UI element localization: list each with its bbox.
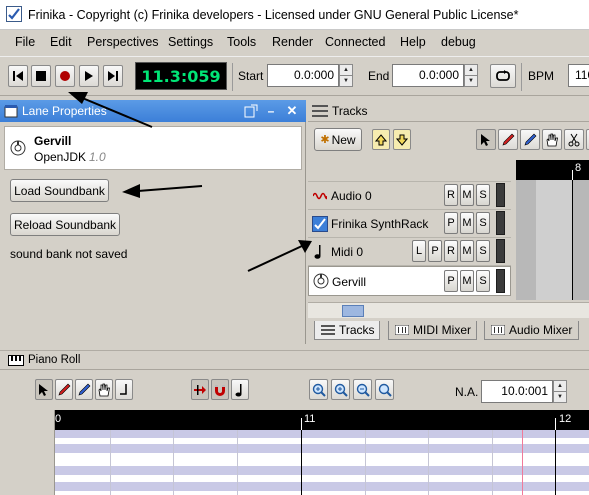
bar-line	[555, 430, 556, 495]
na-label: N.A.	[455, 385, 479, 399]
zoom-in-icon	[312, 383, 326, 397]
snap-button[interactable]	[191, 379, 209, 400]
grid-row	[55, 482, 589, 491]
velocity-icon	[120, 383, 127, 395]
na-spinner[interactable]: ▲ ▼	[553, 380, 567, 403]
na-field[interactable]: 10.0:001	[481, 380, 553, 403]
hand-icon	[98, 383, 110, 396]
piano-roll-grid[interactable]	[55, 430, 589, 495]
spin-down-icon[interactable]: ▼	[554, 391, 566, 402]
zoom-fit-icon	[378, 383, 392, 397]
pr-velocity-tool-button[interactable]	[115, 379, 133, 400]
arrow-annotation	[68, 92, 153, 128]
arrow-annotation	[122, 184, 203, 198]
zoom-in-h-button[interactable]	[309, 379, 328, 400]
piano-roll-ruler: 0 11 12	[55, 410, 589, 430]
zoom-out-button[interactable]	[353, 379, 372, 400]
ruler-tick	[555, 418, 556, 430]
ruler-mark-label: 12	[559, 413, 572, 425]
pointer-icon	[39, 383, 48, 396]
ruler-mark-label: 0	[55, 413, 62, 425]
snap-icon	[194, 384, 206, 395]
piano-keyboard[interactable]	[0, 410, 55, 495]
grid-line	[428, 430, 429, 495]
zoom-out-icon	[356, 383, 370, 397]
zoom-in-v-button[interactable]	[331, 379, 350, 400]
piano-icon	[8, 355, 24, 366]
eraser-icon	[78, 383, 91, 395]
grid-line	[173, 430, 174, 495]
piano-roll-title: Piano Roll	[28, 354, 81, 366]
pr-pencil-tool-button[interactable]	[55, 379, 73, 400]
piano-roll-toolbar: N.A. 10.0:001 ▲ ▼	[0, 371, 589, 409]
grid-line	[492, 430, 493, 495]
playhead	[522, 430, 523, 495]
zoom-in-icon	[334, 383, 348, 397]
grid-line	[110, 430, 111, 495]
pr-eraser-tool-button[interactable]	[75, 379, 93, 400]
magnet-icon	[215, 384, 225, 396]
spin-up-icon[interactable]: ▲	[554, 381, 566, 391]
grid-row	[55, 444, 589, 453]
zoom-fit-button[interactable]	[375, 379, 394, 400]
piano-roll-header: Piano Roll	[0, 350, 589, 370]
note-length-button[interactable]	[231, 379, 249, 400]
magnet-button[interactable]	[211, 379, 229, 400]
grid-row	[55, 466, 589, 475]
bar-line	[301, 430, 302, 495]
pr-select-tool-button[interactable]	[35, 379, 53, 400]
grid-row	[55, 430, 589, 438]
pr-hand-tool-button[interactable]	[95, 379, 113, 400]
ruler-mark-label: 11	[304, 413, 316, 425]
pencil-icon	[58, 383, 71, 395]
ruler-tick	[301, 418, 302, 430]
note-icon	[235, 383, 242, 396]
arrow-annotation	[247, 240, 312, 272]
grid-line	[365, 430, 366, 495]
grid-line	[237, 430, 238, 495]
